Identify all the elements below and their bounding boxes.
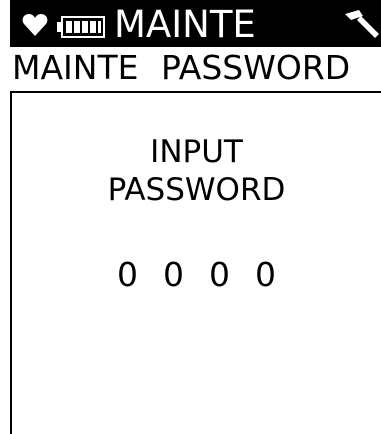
heart-icon	[22, 14, 48, 36]
subtitle-divider	[10, 91, 381, 93]
prompt-line-1: INPUT	[150, 134, 243, 170]
status-bar: MAINTE	[10, 0, 381, 47]
prompt-line-2: PASSWORD	[107, 172, 286, 208]
device-screen: MAINTE MAINTE PASSWORD INPUT PASSWORD 00…	[0, 0, 381, 434]
battery-icon	[57, 16, 105, 38]
password-digit-1[interactable]: 0	[110, 255, 146, 295]
password-digit-3[interactable]: 0	[202, 255, 238, 295]
subtitle-bar: MAINTE PASSWORD	[10, 47, 381, 91]
password-digits: 0000	[12, 255, 381, 295]
password-digit-4[interactable]: 0	[248, 255, 284, 295]
mode-title: MAINTE	[114, 3, 256, 46]
screen-subtitle: MAINTE PASSWORD	[12, 48, 351, 87]
signal-icon	[345, 10, 379, 38]
password-digit-2[interactable]: 0	[156, 255, 192, 295]
